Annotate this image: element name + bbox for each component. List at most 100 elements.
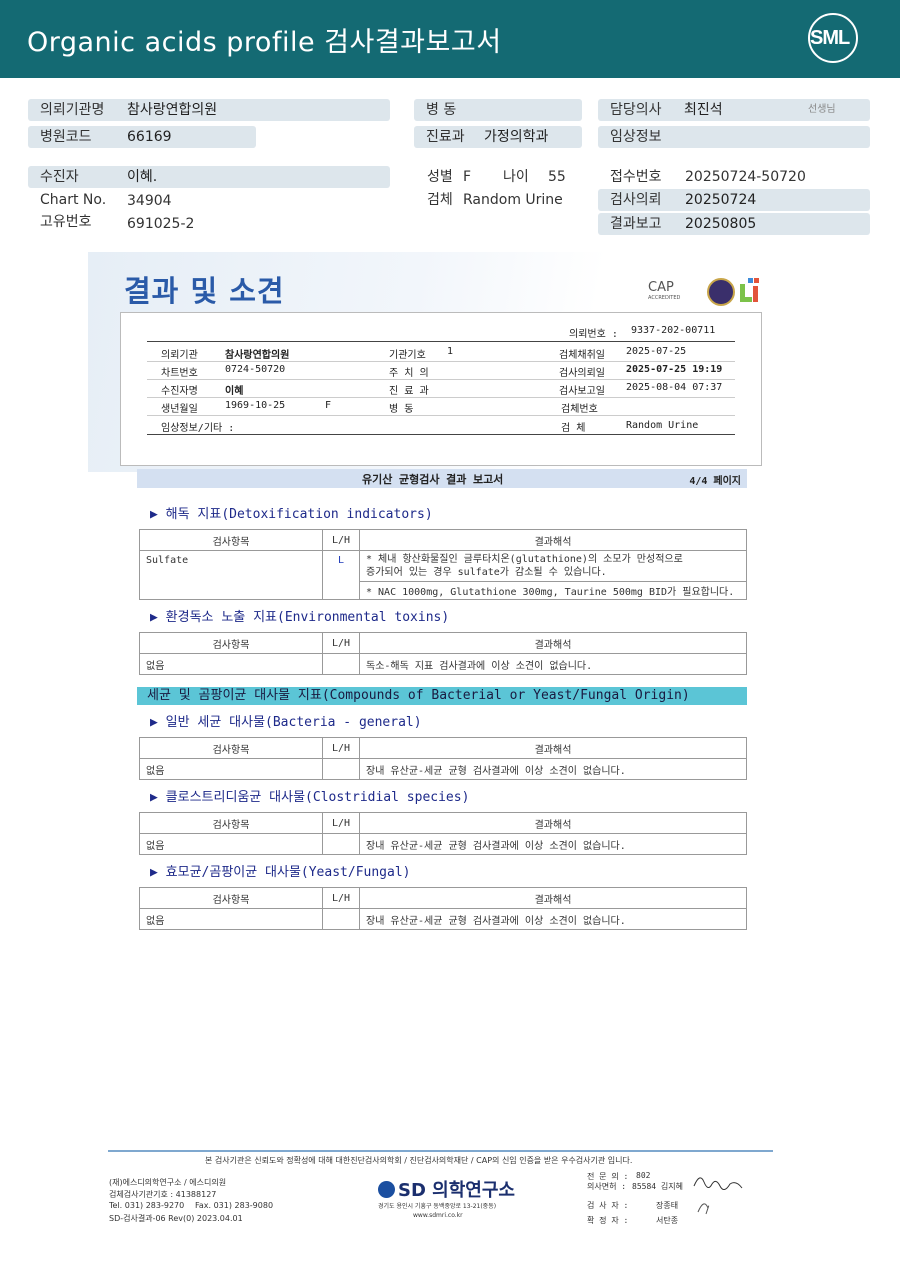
- row-label: 검사보고일: [559, 386, 605, 397]
- column-header: L/H: [322, 632, 360, 654]
- interp-cell: 장내 유산균-세균 균형 검사결과에 이상 소견이 없습니다.: [359, 908, 747, 930]
- row-value: 이혜: [225, 386, 244, 397]
- item-cell: Sulfate: [139, 550, 323, 600]
- divider: [147, 361, 735, 362]
- org-name: (재)에스디의학연구소 / 에스디의원: [109, 1178, 227, 1187]
- row-value: 1969-10-25: [225, 400, 286, 411]
- receipt-no-value: 20250724-50720: [685, 169, 806, 185]
- org-tel: Tel. 031) 283-9270: [109, 1201, 185, 1210]
- table-row: 없음 독소-해독 지표 검사결과에 이상 소견이 없습니다.: [139, 653, 747, 675]
- interp-cell: * 체내 항산화물질인 글루타치온(glutathione)의 소모가 만성적으…: [359, 550, 747, 582]
- column-header: L/H: [322, 529, 360, 551]
- row-label: 생년월일: [161, 404, 198, 415]
- row-value: 참사랑연합의원: [225, 350, 290, 361]
- column-header: L/H: [322, 737, 360, 759]
- column-header: 검사항목: [139, 812, 323, 834]
- license-label: 의사면허 :: [587, 1182, 627, 1191]
- order-info-box: 의뢰번호 : 9337-202-00711 의뢰기관 참사랑연합의원 기관기호 …: [120, 312, 762, 466]
- lab-mark-icon: [740, 278, 760, 302]
- department-value: 가정의학과: [484, 129, 549, 145]
- report-date-field: 결과보고 20250805: [598, 213, 870, 235]
- lh-cell: [322, 908, 360, 930]
- ward-label: 병 동: [426, 102, 457, 118]
- institution-seal-icon: [707, 278, 735, 306]
- specialist-no: 802: [636, 1171, 651, 1180]
- department-field: 진료과 가정의학과: [414, 126, 582, 148]
- signature-icon: [693, 1177, 743, 1215]
- unique-id-value: 691025-2: [127, 216, 195, 232]
- env-table: 검사항목 L/H 결과해석 없음 독소-해독 지표 검사결과에 이상 소견이 없…: [139, 632, 747, 675]
- report-date-value: 20250805: [685, 216, 757, 232]
- doctor-suffix: 선생님: [808, 104, 836, 115]
- column-header: 결과해석: [359, 632, 747, 654]
- patient-name-label: 수진자: [40, 169, 79, 185]
- row-label: 검사의뢰일: [559, 368, 605, 379]
- yeast-table: 검사항목 L/H 결과해석 없음 장내 유산균-세균 균형 검사결과에 이상 소…: [139, 887, 747, 930]
- report-header: Organic acids profile 검사결과보고서 SML: [0, 0, 900, 78]
- sd-logo-icon: [378, 1181, 395, 1198]
- chart-no-value: 34904: [127, 193, 172, 209]
- hospital-code-field: 병원코드 66169: [28, 126, 256, 148]
- column-header: 결과해석: [359, 737, 747, 759]
- ward-field: 병 동: [414, 99, 582, 121]
- interp-cell: * NAC 1000mg, Glutathione 300mg, Taurine…: [359, 581, 747, 600]
- report-header-title: Organic acids profile 검사결과보고서: [27, 27, 502, 58]
- table-header-row: 검사항목 L/H 결과해석: [139, 632, 747, 654]
- item-cell: 없음: [139, 833, 323, 855]
- footer-divider: [108, 1150, 773, 1152]
- row-label: 병 동: [389, 404, 414, 415]
- sml-logo: SML: [808, 13, 862, 65]
- table-header-row: 검사항목 L/H 결과해석: [139, 887, 747, 909]
- section-bacteria-title: ▶ 일반 세균 대사물(Bacteria - general): [150, 715, 422, 730]
- column-header: 검사항목: [139, 887, 323, 909]
- age-label: 나이: [503, 169, 529, 185]
- tester-label: 검 사 자 :: [587, 1201, 629, 1210]
- report-date-label: 결과보고: [610, 216, 662, 232]
- bacteria-table: 검사항목 L/H 결과해석 없음 장내 유산균-세균 균형 검사결과에 이상 소…: [139, 737, 747, 780]
- sex-value: F: [463, 169, 472, 185]
- page-indicator: 4/4 페이지: [689, 476, 741, 487]
- row-value: F: [325, 400, 332, 411]
- interp-cell: 장내 유산균-세균 균형 검사결과에 이상 소견이 없습니다.: [359, 758, 747, 780]
- divider: [147, 415, 735, 416]
- sex-label: 성별: [427, 169, 453, 185]
- hospital-code-label: 병원코드: [40, 129, 92, 145]
- unique-id-label: 고유번호: [40, 214, 92, 230]
- request-no-value: 9337-202-00711: [631, 325, 716, 336]
- column-header: L/H: [322, 887, 360, 909]
- table-header-row: 검사항목 L/H 결과해석: [139, 529, 747, 551]
- table-row: 없음 장내 유산균-세균 균형 검사결과에 이상 소견이 없습니다.: [139, 833, 747, 855]
- accreditation-notice: 본 검사기관은 신뢰도와 정확성에 대해 대한진단검사의학회 / 진단검사의학재…: [205, 1156, 633, 1165]
- org-address: 경기도 용인시 기흥구 동백중앙로 13-21(중동): [378, 1203, 497, 1210]
- request-no-label: 의뢰번호 :: [569, 329, 618, 340]
- institution-field: 의뢰기관명 참사랑연합의원: [28, 99, 390, 121]
- column-header: 결과해석: [359, 887, 747, 909]
- lh-cell: [322, 833, 360, 855]
- patient-name-field: 수진자 이혜.: [28, 166, 390, 188]
- interp-line: * 체내 항산화물질인 글루타치온(glutathione)의 소모가 만성적으…: [366, 554, 683, 565]
- row-value: 2025-07-25: [626, 346, 687, 357]
- receipt-no-label: 접수번호: [610, 169, 662, 185]
- sd-brand-text: SD 의학연구소: [398, 1180, 515, 1201]
- patient-name-value: 이혜.: [127, 169, 158, 185]
- report-main-title: 유기산 균형검사 결과 보고서: [362, 473, 504, 486]
- detox-table: 검사항목 L/H 결과해석 Sulfate L * 체내 항산화물질인 글루타치…: [139, 529, 747, 600]
- column-header: L/H: [322, 812, 360, 834]
- row-label: 수진자명: [161, 386, 198, 397]
- section-env-title: ▶ 환경독소 노출 지표(Environmental toxins): [150, 610, 450, 625]
- row-label: 검체번호: [561, 404, 598, 415]
- department-label: 진료과: [426, 129, 465, 145]
- table-header-row: 검사항목 L/H 결과해석: [139, 737, 747, 759]
- row-value: 1: [447, 346, 454, 357]
- column-header: 결과해석: [359, 529, 747, 551]
- interp-line: 증가되어 있는 경우 sulfate가 감소될 수 있습니다.: [366, 567, 607, 578]
- item-cell: 없음: [139, 653, 323, 675]
- request-date-field: 검사의뢰 20250724: [598, 189, 870, 211]
- doctor-value: 최진석: [684, 102, 723, 118]
- specimen-label: 검체: [427, 192, 453, 208]
- divider: [147, 397, 735, 398]
- bacterial-fungal-header: 세균 및 곰팡이균 대사물 지표(Compounds of Bacterial …: [137, 687, 747, 705]
- institution-label: 의뢰기관명: [40, 102, 105, 118]
- result-title: 결과 및 소견: [124, 274, 285, 308]
- license-no: 85584 김지혜: [632, 1182, 683, 1191]
